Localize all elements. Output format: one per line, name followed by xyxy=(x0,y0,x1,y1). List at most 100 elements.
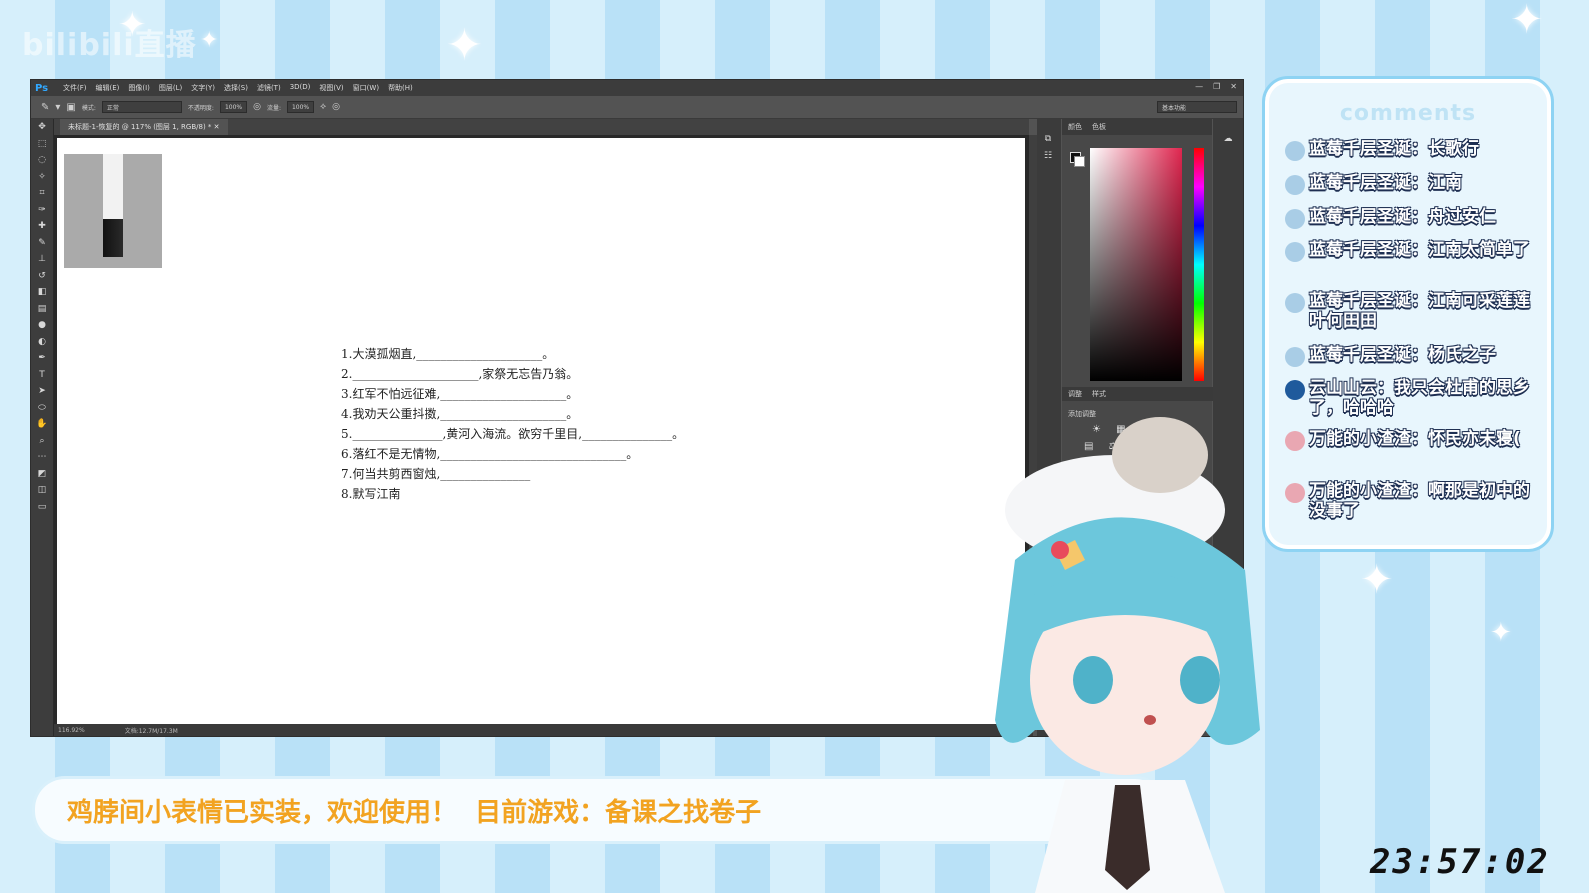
comment-text: 蓝莓千层圣诞：长歌行 xyxy=(1309,139,1479,159)
magic-wand-tool-icon[interactable]: ✧ xyxy=(31,169,53,186)
comments-title: comments xyxy=(1339,101,1477,126)
more-tools-icon[interactable]: ⋯ xyxy=(31,449,53,466)
marquee-tool-icon[interactable]: ⬚ xyxy=(31,136,53,153)
type-tool-icon[interactable]: T xyxy=(31,367,53,384)
menu-help[interactable]: 帮助(H) xyxy=(388,83,413,93)
cloud-libraries-icon[interactable]: ☁ xyxy=(1213,131,1243,148)
sparkle-icon: ✦ xyxy=(118,5,147,45)
hand-tool-icon[interactable]: ✋ xyxy=(31,416,53,433)
blur-tool-icon[interactable]: ● xyxy=(31,317,53,334)
document-line: 8.默写江南 xyxy=(341,487,401,501)
comment-item: 万能的小渣渣：啊那是初中的 没事了 xyxy=(1285,481,1540,521)
menu-edit[interactable]: 编辑(E) xyxy=(96,83,120,93)
comment-text: 蓝莓千层圣诞：江南可采莲莲叶何田田 xyxy=(1309,291,1530,331)
avatar-pet-on-head xyxy=(1112,417,1208,493)
ps-statusbar: 116.92% 文档:12.7M/17.3M xyxy=(54,724,1033,736)
mode-select[interactable]: 正常 xyxy=(101,101,182,113)
menu-view[interactable]: 视图(V) xyxy=(319,83,343,93)
document-text: 1.大漠孤烟直,_____________________。 2._______… xyxy=(341,344,684,504)
thumbnail-dark-bar xyxy=(103,219,123,257)
eyedropper-tool-icon[interactable]: ✑ xyxy=(31,202,53,219)
sparkle-icon: ✦ xyxy=(1360,557,1394,603)
document-size: 文档:12.7M/17.3M xyxy=(124,727,178,735)
gradient-tool-icon[interactable]: ▤ xyxy=(31,301,53,318)
commenter-avatar xyxy=(1285,209,1305,229)
path-select-tool-icon[interactable]: ➤ xyxy=(31,383,53,400)
crop-tool-icon[interactable]: ⌗ xyxy=(31,185,53,202)
tab-close-icon[interactable]: ✕ xyxy=(214,123,220,131)
zoom-level[interactable]: 116.92% xyxy=(58,727,85,734)
commenter-avatar xyxy=(1285,431,1305,451)
workspace-select[interactable]: 基本功能 xyxy=(1157,101,1237,113)
restore-icon[interactable]: ❐ xyxy=(1213,82,1220,91)
menu-window[interactable]: 窗口(W) xyxy=(353,83,379,93)
comment-text: 万能的小渣渣：怀民亦未寝( xyxy=(1309,429,1521,449)
tab-styles[interactable]: 样式 xyxy=(1092,389,1106,399)
dodge-tool-icon[interactable]: ◐ xyxy=(31,334,53,351)
ps-menu: 文件(F) 编辑(E) 图像(I) 图层(L) 文字(Y) 选择(S) 滤镜(T… xyxy=(63,83,413,93)
tab-adjustments[interactable]: 调整 xyxy=(1068,389,1082,399)
document-line: 6.落红不是无情物,______________________________… xyxy=(341,447,639,461)
comment-text: 云山山云：我只会杜甫的思乡了，哈哈哈 xyxy=(1309,378,1530,418)
screen-mode-icon[interactable]: ▭ xyxy=(31,499,53,516)
comment-item: 蓝莓千层圣诞：江南太简单了 xyxy=(1285,240,1540,262)
history-brush-tool-icon[interactable]: ↺ xyxy=(31,268,53,285)
pen-tool-icon[interactable]: ✒ xyxy=(31,350,53,367)
healing-tool-icon[interactable]: ✚ xyxy=(31,218,53,235)
menu-3d[interactable]: 3D(D) xyxy=(290,83,311,93)
comment-item: 蓝莓千层圣诞：江南可采莲莲叶何田田 xyxy=(1285,291,1540,331)
move-tool-icon[interactable]: ✥ xyxy=(31,119,53,136)
properties-panel-icon[interactable]: ☷ xyxy=(1037,148,1059,165)
menu-filter[interactable]: 滤镜(T) xyxy=(257,83,281,93)
comment-item: 万能的小渣渣：怀民亦未寝( xyxy=(1285,429,1540,451)
document-canvas[interactable]: 1.大漠孤烟直,_____________________。 2._______… xyxy=(57,138,1025,725)
menu-file[interactable]: 文件(F) xyxy=(63,83,87,93)
document-line: 1.大漠孤烟直,_____________________。 xyxy=(341,347,555,361)
stamp-tool-icon[interactable]: ⊥ xyxy=(31,251,53,268)
flow-input[interactable]: 100% xyxy=(286,101,315,113)
brush-tool-icon[interactable]: ✎ xyxy=(41,102,49,113)
mode-label: 模式: xyxy=(81,104,96,112)
flow-label: 流量: xyxy=(266,104,281,112)
menu-type[interactable]: 文字(Y) xyxy=(191,83,215,93)
opacity-input[interactable]: 100% xyxy=(219,101,248,113)
commenter-avatar xyxy=(1285,380,1305,400)
menu-layer[interactable]: 图层(L) xyxy=(159,83,182,93)
sparkle-icon: ✦ xyxy=(446,20,483,71)
eraser-tool-icon[interactable]: ◧ xyxy=(31,284,53,301)
brush-tool-icon[interactable]: ✎ xyxy=(31,235,53,252)
quick-mask-icon[interactable]: ◫ xyxy=(31,482,53,499)
pressure-opacity-icon[interactable]: ◎ xyxy=(253,102,261,112)
lasso-tool-icon[interactable]: ◌ xyxy=(31,152,53,169)
pressure-size-icon[interactable]: ◎ xyxy=(332,102,340,112)
document-tab-title: 未标题-1-恢复的 @ 117% (图层 1, RGB/8) * xyxy=(68,123,212,131)
shape-tool-icon[interactable]: ⬭ xyxy=(31,400,53,417)
document-tab[interactable]: 未标题-1-恢复的 @ 117% (图层 1, RGB/8) * ✕ xyxy=(60,119,228,135)
comment-text: 蓝莓千层圣诞：舟过安仁 xyxy=(1309,207,1496,227)
ps-menubar: Ps 文件(F) 编辑(E) 图像(I) 图层(L) 文字(Y) 选择(S) 滤… xyxy=(31,80,1243,96)
menu-image[interactable]: 图像(I) xyxy=(128,83,150,93)
color-swatch-icon[interactable]: ◩ xyxy=(31,466,53,483)
avatar-mouth xyxy=(1144,715,1156,725)
zoom-tool-icon[interactable]: ⌕ xyxy=(31,433,53,450)
brush-preset-icon[interactable]: ▾ xyxy=(55,102,60,113)
menu-select[interactable]: 选择(S) xyxy=(224,83,248,93)
commenter-avatar xyxy=(1285,242,1305,262)
color-picker-field[interactable] xyxy=(1090,148,1182,381)
brush-panel-icon[interactable]: ▣ xyxy=(66,102,75,113)
avatar-right-eye xyxy=(1180,656,1220,704)
close-icon[interactable]: ✕ xyxy=(1230,82,1237,91)
tab-swatches[interactable]: 色板 xyxy=(1092,122,1106,132)
document-line: 7.何当共剪西窗烛,_______________ xyxy=(341,467,531,481)
avatar-heart-pin xyxy=(1051,541,1069,559)
minimize-icon[interactable]: — xyxy=(1195,82,1203,91)
comment-text: 蓝莓千层圣诞：杨氏之子 xyxy=(1309,345,1496,365)
tab-color[interactable]: 颜色 xyxy=(1068,122,1082,132)
airbrush-icon[interactable]: ⟡ xyxy=(320,102,326,112)
window-controls: — ❐ ✕ xyxy=(1195,82,1237,91)
vtuber-avatar-image xyxy=(995,417,1260,893)
history-panel-icon[interactable]: ⧉ xyxy=(1037,131,1059,148)
document-line: 2._____________________,家祭无忘告乃翁。 xyxy=(341,367,579,381)
hue-slider[interactable] xyxy=(1194,148,1204,381)
background-color-swatch[interactable] xyxy=(1074,156,1085,167)
